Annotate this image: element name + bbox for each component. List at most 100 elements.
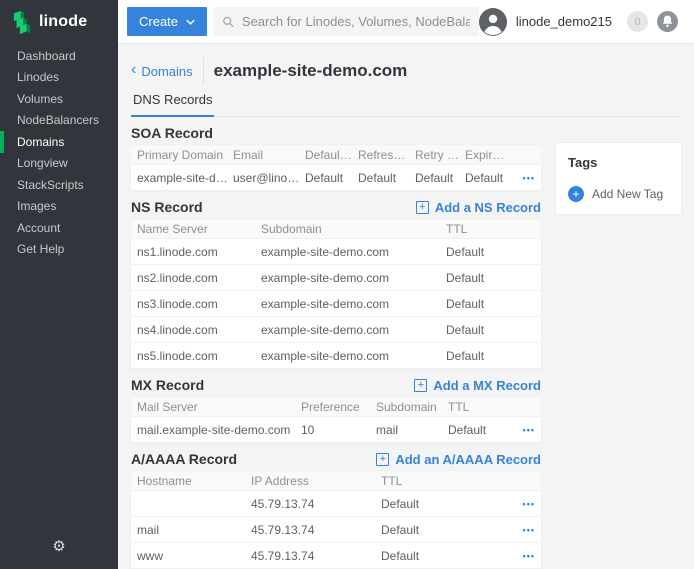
- cell-ttl: Default: [448, 423, 511, 437]
- linode-cloud-manager: linode Dashboard Linodes Volumes NodeBal…: [0, 0, 694, 569]
- back-chevron-icon: ‹: [131, 62, 136, 78]
- sidebar-item-longview[interactable]: Longview: [0, 153, 118, 175]
- column-header: Default TTL: [305, 148, 358, 162]
- cell-preference: 10: [301, 423, 376, 437]
- table-row: ns5.linode.com example-site-demo.com Def…: [131, 343, 541, 369]
- add-new-tag-label: Add New Tag: [592, 187, 663, 201]
- create-button[interactable]: Create: [127, 7, 207, 36]
- cell-refresh-rate: Default: [358, 171, 415, 185]
- column-header: Preference: [301, 400, 376, 414]
- sidebar-item-linodes[interactable]: Linodes: [0, 67, 118, 89]
- mx-section-title: MX Record: [131, 377, 204, 393]
- main-area: Create linode_demo215 0: [118, 0, 694, 569]
- row-actions-button[interactable]: •••: [523, 551, 535, 561]
- cell-subdomain: example-site-demo.com: [261, 297, 446, 311]
- brand-name: linode: [39, 13, 87, 31]
- search-input[interactable]: [242, 14, 470, 29]
- linode-logo[interactable]: linode: [0, 0, 118, 43]
- cell-retry-rate: Default: [415, 171, 465, 185]
- global-search: [213, 7, 479, 36]
- plus-square-icon: +: [376, 453, 389, 466]
- username-label[interactable]: linode_demo215: [516, 14, 612, 29]
- cell-mail-server: mail.example-site-demo.com: [137, 423, 301, 437]
- cell-name-server: ns5.linode.com: [137, 349, 261, 363]
- cell-subdomain: example-site-demo.com: [261, 349, 446, 363]
- column-header: Refresh Rate: [358, 148, 415, 162]
- table-header-row: Primary Domain Email Default TTL Refresh…: [131, 145, 541, 165]
- cell-ttl: Default: [446, 323, 535, 337]
- tab-bar: DNS Records: [131, 90, 681, 117]
- breadcrumb-back-link[interactable]: ‹ Domains: [131, 64, 193, 79]
- add-a-record-button[interactable]: + Add an A/AAAA Record: [376, 452, 541, 467]
- cell-name-server: ns2.linode.com: [137, 271, 261, 285]
- add-ns-record-button[interactable]: + Add a NS Record: [416, 200, 541, 215]
- cell-email: user@linode.com: [233, 171, 305, 185]
- search-icon: [222, 15, 235, 29]
- user-menu: linode_demo215 0: [479, 8, 678, 36]
- tab-dns-records[interactable]: DNS Records: [131, 90, 214, 117]
- add-mx-record-button[interactable]: + Add a MX Record: [414, 378, 541, 393]
- column-header: Hostname: [137, 474, 251, 488]
- sidebar-footer: ⚙: [0, 537, 118, 569]
- ns-record-table: Name Server Subdomain TTL ns1.linode.com…: [131, 219, 541, 369]
- sidebar-item-volumes[interactable]: Volumes: [0, 88, 118, 110]
- column-header: TTL: [448, 400, 511, 414]
- ns-section-header: NS Record + Add a NS Record: [131, 199, 541, 215]
- table-row: ns1.linode.com example-site-demo.com Def…: [131, 239, 541, 265]
- cell-name-server: ns4.linode.com: [137, 323, 261, 337]
- table-header-row: Hostname IP Address TTL: [131, 471, 541, 491]
- table-row: example-site-demo.com user@linode.com De…: [131, 165, 541, 191]
- sidebar-item-images[interactable]: Images: [0, 196, 118, 218]
- cell-hostname: www: [137, 549, 251, 563]
- cell-ttl: Default: [381, 549, 511, 563]
- sidebar-item-account[interactable]: Account: [0, 217, 118, 239]
- cell-default-ttl: Default: [305, 171, 358, 185]
- table-row: mail 45.79.13.74 Default •••: [131, 517, 541, 543]
- cell-primary-domain: example-site-demo.com: [137, 171, 233, 185]
- page-content: ‹ Domains example-site-demo.com DNS Reco…: [118, 44, 694, 569]
- add-ns-record-label: Add a NS Record: [435, 200, 541, 215]
- soa-section-header: SOA Record: [131, 125, 541, 141]
- sidebar-item-domains[interactable]: Domains: [0, 131, 118, 153]
- sidebar-item-nodebalancers[interactable]: NodeBalancers: [0, 110, 118, 132]
- notification-count-badge[interactable]: 0: [627, 11, 648, 32]
- cell-ttl: Default: [381, 523, 511, 537]
- cell-subdomain: example-site-demo.com: [261, 271, 446, 285]
- page-header: ‹ Domains example-site-demo.com: [131, 57, 681, 85]
- sidebar-item-get-help[interactable]: Get Help: [0, 239, 118, 261]
- row-actions-button[interactable]: •••: [523, 173, 535, 183]
- row-actions-button[interactable]: •••: [523, 425, 535, 435]
- column-header: Primary Domain: [137, 148, 233, 162]
- user-avatar[interactable]: [479, 8, 507, 36]
- breadcrumb-back-label: Domains: [141, 64, 192, 79]
- a-section-header: A/AAAA Record + Add an A/AAAA Record: [131, 451, 541, 467]
- cell-subdomain: mail: [376, 423, 448, 437]
- column-header: Retry Rate: [415, 148, 465, 162]
- cell-name-server: ns3.linode.com: [137, 297, 261, 311]
- row-actions-button[interactable]: •••: [523, 525, 535, 535]
- sidebar: linode Dashboard Linodes Volumes NodeBal…: [0, 0, 118, 569]
- sidebar-item-dashboard[interactable]: Dashboard: [0, 45, 118, 67]
- linode-logo-icon: [13, 10, 32, 34]
- column-header: Subdomain: [261, 222, 446, 236]
- settings-gear-icon[interactable]: ⚙: [52, 537, 65, 555]
- plus-square-icon: +: [416, 201, 429, 214]
- column-header: Mail Server: [137, 400, 301, 414]
- tags-panel: Tags + Add New Tag: [556, 143, 681, 214]
- cell-name-server: ns1.linode.com: [137, 245, 261, 259]
- row-actions-button[interactable]: •••: [523, 499, 535, 509]
- table-row: mail.example-site-demo.com 10 mail Defau…: [131, 417, 541, 443]
- table-row: ns3.linode.com example-site-demo.com Def…: [131, 291, 541, 317]
- cell-ttl: Default: [446, 349, 535, 363]
- plus-circle-icon: +: [568, 186, 584, 202]
- soa-record-table: Primary Domain Email Default TTL Refresh…: [131, 145, 541, 191]
- column-header: Subdomain: [376, 400, 448, 414]
- add-new-tag-button[interactable]: + Add New Tag: [568, 186, 669, 202]
- topbar: Create linode_demo215 0: [118, 0, 694, 44]
- cell-ttl: Default: [446, 245, 535, 259]
- table-header-row: Name Server Subdomain TTL: [131, 219, 541, 239]
- sidebar-item-stackscripts[interactable]: StackScripts: [0, 174, 118, 196]
- side-column: Tags + Add New Tag: [556, 117, 681, 214]
- tags-panel-title: Tags: [568, 155, 669, 170]
- notification-bell-icon[interactable]: [657, 11, 678, 32]
